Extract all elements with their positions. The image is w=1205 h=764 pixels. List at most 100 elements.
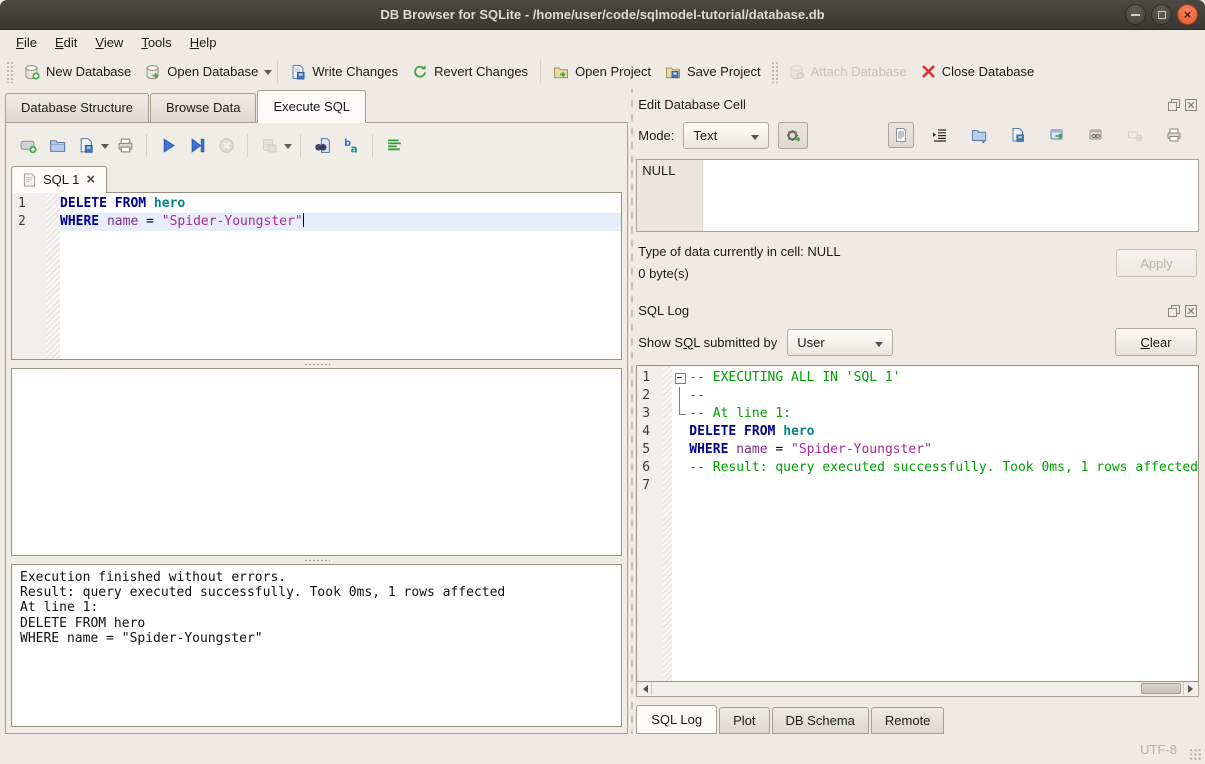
sql-log-view[interactable]: 1-- EXECUTING ALL IN 'SQL 1'2--3-- At li…	[636, 365, 1199, 682]
open-project-button[interactable]: Open Project	[546, 60, 658, 84]
toolbar-drag-handle[interactable]	[6, 61, 14, 83]
tab-execute-sql[interactable]: Execute SQL	[257, 90, 366, 123]
log-filter-select[interactable]: User	[787, 329, 893, 356]
tab-plot[interactable]: Plot	[719, 707, 769, 734]
window-title: DB Browser for SQLite - /home/user/code/…	[0, 7, 1205, 22]
menu-help[interactable]: Help	[181, 32, 226, 53]
open-database-dropdown-arrow[interactable]	[264, 70, 272, 79]
tab-browse-data[interactable]: Browse Data	[150, 93, 256, 122]
maximize-icon	[1158, 11, 1166, 19]
print-button[interactable]	[112, 132, 138, 158]
sql-editor[interactable]: 1DELETE FROM hero2WHERE name = "Spider-Y…	[11, 192, 622, 360]
app-window: { "window": { "title": "DB Browser for S…	[0, 0, 1205, 764]
new-query-tab-button[interactable]	[15, 132, 41, 158]
save-sql-file-button[interactable]	[73, 132, 99, 158]
letters-icon: ba	[343, 137, 360, 154]
menu-edit[interactable]: Edit	[46, 32, 86, 53]
code-line[interactable]: 2--	[637, 387, 1198, 405]
svg-text:a: a	[350, 142, 357, 154]
menu-file[interactable]: File	[7, 32, 46, 53]
messages-pane[interactable]: Execution finished without errors. Resul…	[11, 564, 622, 727]
code-line[interactable]: 1DELETE FROM hero	[12, 195, 621, 213]
sql-tab-close-icon[interactable]: ×	[86, 174, 95, 186]
print-cell-button[interactable]	[1161, 122, 1187, 148]
set-null-button	[1122, 122, 1148, 148]
print-icon	[117, 137, 134, 154]
find-replace-button[interactable]	[309, 132, 335, 158]
find-icon	[314, 137, 331, 154]
results-messages-splitter[interactable]	[11, 556, 622, 564]
right-dock: Edit Database Cell Mode: Text	[636, 89, 1199, 734]
resize-grip[interactable]	[1189, 748, 1202, 761]
scroll-left-arrow[interactable]	[637, 682, 652, 695]
tab-db-schema[interactable]: DB Schema	[772, 707, 869, 734]
format-sql-button[interactable]	[381, 132, 407, 158]
set-null-icon	[1127, 127, 1143, 143]
autocomplete-button[interactable]: ba	[338, 132, 364, 158]
cell-value-editor[interactable]: NULL	[636, 159, 1199, 232]
close-button[interactable]: ×	[1177, 4, 1198, 25]
results-pane[interactable]	[11, 368, 622, 556]
maximize-button[interactable]	[1151, 4, 1172, 25]
save-project-button[interactable]: Save Project	[658, 60, 768, 84]
sql-tab-label: SQL 1	[43, 172, 79, 187]
open-external-button[interactable]	[1044, 122, 1070, 148]
write-changes-button[interactable]: Write Changes	[283, 60, 405, 84]
code-line[interactable]: 1-- EXECUTING ALL IN 'SQL 1'	[637, 369, 1198, 387]
open-project-label: Open Project	[575, 64, 651, 79]
title-bar[interactable]: DB Browser for SQLite - /home/user/code/…	[0, 0, 1205, 30]
open-database-icon	[145, 64, 161, 80]
code-line[interactable]: 6-- Result: query executed successfully.…	[637, 459, 1198, 477]
scrollbar-thumb[interactable]	[1141, 683, 1181, 694]
open-sql-file-button[interactable]	[44, 132, 70, 158]
dock-float-icon[interactable]	[1168, 99, 1180, 111]
code-line[interactable]: 2WHERE name = "Spider-Youngster"	[12, 213, 621, 231]
tab-sql-log[interactable]: SQL Log	[636, 705, 717, 734]
attach-database-label: Attach Database	[811, 64, 907, 79]
import-data-button[interactable]	[966, 122, 992, 148]
execute-line-button[interactable]	[184, 132, 210, 158]
sql-tab[interactable]: SQL 1 ×	[11, 166, 107, 193]
export-data-button[interactable]	[1005, 122, 1031, 148]
open-database-button[interactable]: Open Database	[138, 60, 265, 84]
new-tab-icon	[20, 137, 37, 154]
tab-remote[interactable]: Remote	[871, 707, 945, 734]
cell-info-row: Type of data currently in cell: NULL 0 b…	[636, 241, 1199, 285]
cell-value-area[interactable]	[703, 160, 1198, 231]
close-database-button[interactable]: Close Database	[914, 60, 1042, 83]
text-view-button[interactable]	[888, 122, 914, 148]
indent-button[interactable]	[927, 122, 953, 148]
tab-database-structure[interactable]: Database Structure	[5, 93, 149, 122]
toolbar-separator	[247, 134, 248, 157]
revert-changes-button[interactable]: Revert Changes	[405, 60, 535, 84]
scroll-right-arrow[interactable]	[1183, 682, 1198, 695]
save-results-button	[256, 132, 282, 158]
dock-close-icon[interactable]	[1185, 99, 1197, 111]
clear-log-button[interactable]: Clear	[1115, 328, 1197, 356]
main-tab-bar: Database Structure Browse Data Execute S…	[5, 89, 628, 122]
menu-tools[interactable]: Tools	[132, 32, 180, 53]
dock-float-icon[interactable]	[1168, 305, 1180, 317]
execute-all-button[interactable]	[155, 132, 181, 158]
save-sql-dropdown-arrow[interactable]	[101, 144, 109, 153]
code-line[interactable]: 3-- At line 1:	[637, 405, 1198, 423]
panel-splitter[interactable]	[628, 89, 636, 734]
dock-close-icon[interactable]	[1185, 305, 1197, 317]
play-to-line-icon	[189, 137, 206, 154]
apply-format-button[interactable]	[778, 122, 808, 149]
code-line[interactable]: 5WHERE name = "Spider-Youngster"	[637, 441, 1198, 459]
mode-select[interactable]: Text	[683, 122, 769, 149]
editor-results-splitter[interactable]	[11, 360, 622, 368]
close-database-icon	[921, 64, 936, 79]
minimize-button[interactable]	[1125, 4, 1146, 25]
new-database-button[interactable]: New Database	[17, 60, 138, 84]
toolbar-drag-handle[interactable]	[771, 61, 779, 83]
external-window-icon	[1049, 127, 1065, 143]
code-line[interactable]: 7	[637, 477, 1198, 495]
log-horizontal-scrollbar[interactable]	[636, 682, 1199, 697]
copy-link-button[interactable]	[1083, 122, 1109, 148]
menu-view[interactable]: View	[86, 32, 132, 53]
code-line[interactable]: 4DELETE FROM hero	[637, 423, 1198, 441]
left-panel: Database Structure Browse Data Execute S…	[5, 89, 628, 734]
save-results-dropdown-arrow	[284, 144, 292, 153]
